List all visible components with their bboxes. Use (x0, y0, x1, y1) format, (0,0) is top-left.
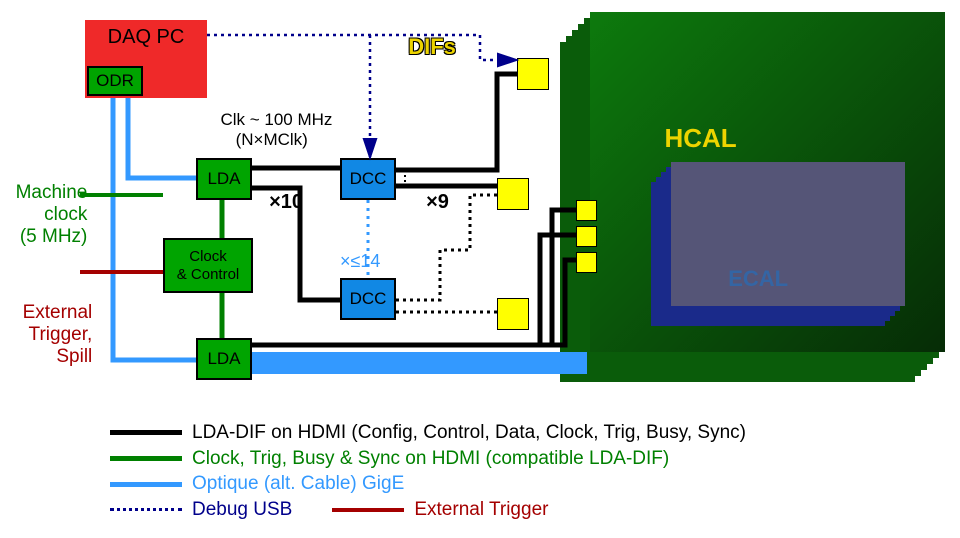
ext-trigger-spill-label: External Trigger, Spill (12, 280, 92, 367)
dif-ecal-1 (576, 200, 597, 221)
legend-lda-dif: LDA-DIF on HDMI (Config, Control, Data, … (192, 420, 746, 446)
dcc-block-1: DCC (340, 158, 396, 200)
x9-label: ×9 (415, 168, 449, 214)
hcal-stack (550, 12, 945, 387)
legend-debug-usb: Debug USB (192, 497, 292, 523)
dif-hcal-1 (517, 58, 549, 90)
lda1-label: LDA (207, 169, 240, 189)
dcc2-label: DCC (350, 289, 387, 309)
gige-bar (252, 352, 587, 374)
ecal-label: ECAL (716, 240, 788, 292)
machine-clock-label: Machine clock (5 MHz) (5, 160, 87, 247)
dcc1-label: DCC (350, 169, 387, 189)
dif-ecal-2 (576, 226, 597, 247)
clock-control-label: Clock & Control (177, 248, 240, 283)
clk-rate-label: Clk ~ 100 MHz (N×MClk) (211, 90, 332, 150)
dif-hcal-2 (497, 178, 529, 210)
legend-clock-hdmi: Clock, Trig, Busy & Sync on HDMI (compat… (192, 446, 669, 472)
daq-pc-label: DAQ PC (108, 26, 185, 49)
legend: LDA-DIF on HDMI (Config, Control, Data, … (110, 420, 746, 523)
hcal-label: HCAL (650, 92, 737, 154)
lda2-label: LDA (207, 349, 240, 369)
x10-label: ×10 (258, 168, 303, 214)
clock-control-block: Clock & Control (163, 238, 253, 293)
odr-label: ODR (96, 71, 134, 91)
lda-block-2: LDA (196, 338, 252, 380)
odr-block: ODR (87, 66, 143, 96)
legend-ext-trigger: External Trigger (414, 497, 548, 523)
legend-gige: Optique (alt. Cable) GigE (192, 471, 404, 497)
difs-label: DIFs (396, 8, 456, 60)
lda-block-1: LDA (196, 158, 252, 200)
dcc-block-2: DCC (340, 278, 396, 320)
xle14-label: ×≤14 (330, 230, 380, 272)
dif-ecal-3 (576, 252, 597, 273)
dif-hcal-3 (497, 298, 529, 330)
